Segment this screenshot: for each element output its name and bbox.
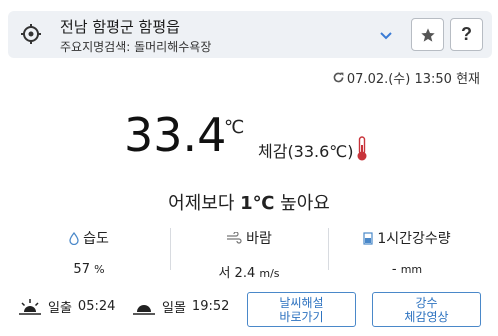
location-name[interactable]: 전남 함평군 함평읍 bbox=[60, 16, 180, 37]
humidity-value: 57 bbox=[73, 262, 90, 277]
landmark-search-text: 주요지명검색: 돌머리해수욕장 bbox=[60, 40, 212, 54]
compare-prefix: 어제보다 bbox=[168, 193, 241, 214]
wind-value: 서 2.4 bbox=[218, 266, 256, 281]
sunset-info: 일몰 19:52 bbox=[132, 297, 229, 316]
sunrise-time: 05:24 bbox=[77, 299, 116, 314]
rainfall-unit: mm bbox=[400, 263, 423, 276]
stat-divider bbox=[328, 228, 329, 270]
rainfall-value: - bbox=[391, 262, 397, 277]
wind-stat: 바람 서 2.4 m/s bbox=[174, 228, 324, 281]
observation-time: 07.02.(수) 13:50 현재 bbox=[332, 68, 480, 87]
help-button[interactable]: ? bbox=[450, 18, 483, 51]
temperature-unit: ℃ bbox=[224, 117, 245, 138]
location-bar: 전남 함평군 함평읍 주요지명검색: 돌머리해수욕장 ? bbox=[8, 11, 492, 58]
compare-value: 1℃ bbox=[240, 193, 275, 214]
wind-label: 바람 bbox=[246, 231, 272, 247]
weather-commentary-button[interactable]: 날씨해설 바로가기 bbox=[247, 292, 356, 327]
thermometer-icon bbox=[357, 136, 367, 161]
wind-icon bbox=[227, 232, 242, 244]
yesterday-comparison: 어제보다 1℃ 높아요 bbox=[0, 189, 498, 215]
sunrise-info: 일출 05:24 bbox=[18, 297, 115, 316]
rainfall-label: 1시간강수량 bbox=[377, 231, 451, 247]
rain-video-button[interactable]: 강수 체감영상 bbox=[372, 292, 481, 327]
humidity-unit: % bbox=[94, 263, 105, 276]
refresh-icon[interactable] bbox=[332, 71, 345, 84]
humidity-stat: 습도 57 % bbox=[14, 228, 164, 277]
sunset-label: 일몰 bbox=[162, 301, 186, 316]
stat-divider bbox=[170, 228, 171, 270]
current-temperature: 33.4 bbox=[124, 108, 227, 162]
star-icon bbox=[420, 27, 435, 42]
crosshair-icon[interactable] bbox=[20, 23, 42, 45]
compare-suffix: 높아요 bbox=[274, 193, 330, 214]
rain-gauge-icon bbox=[363, 231, 373, 245]
water-drop-icon bbox=[69, 231, 79, 245]
wind-unit: m/s bbox=[259, 267, 280, 280]
observation-datetime: 07.02.(수) 13:50 현재 bbox=[346, 72, 480, 87]
sunrise-icon bbox=[19, 298, 41, 315]
feels-like-temperature: 체감(33.6℃) bbox=[258, 142, 354, 161]
rainfall-stat: 1시간강수량 - mm bbox=[332, 228, 482, 277]
help-label: ? bbox=[461, 24, 472, 44]
chevron-down-icon[interactable] bbox=[378, 27, 394, 43]
sunset-icon bbox=[133, 304, 155, 315]
favorite-button[interactable] bbox=[411, 18, 444, 51]
sunset-time: 19:52 bbox=[191, 299, 230, 314]
humidity-label: 습도 bbox=[83, 231, 109, 247]
sunrise-label: 일출 bbox=[48, 301, 72, 316]
